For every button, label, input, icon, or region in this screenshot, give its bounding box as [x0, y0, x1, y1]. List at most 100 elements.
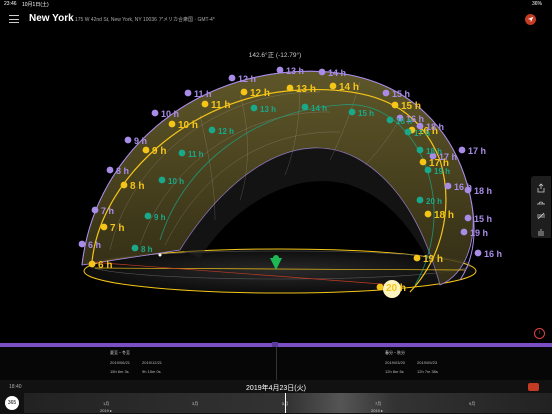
month-label: 7月: [375, 401, 382, 406]
hour-dot: [444, 182, 452, 190]
hour-dot: [158, 176, 166, 184]
year-mode-button[interactable]: 365: [5, 396, 19, 410]
solstice-date-2: 2019/12/21: [142, 360, 163, 365]
hour-label: 15 h: [392, 89, 410, 99]
hour-label: 12 h: [250, 88, 270, 99]
hour-label: 13 h: [286, 66, 304, 76]
hour-label: 10 h: [161, 109, 179, 119]
hour-label: 11 h: [211, 100, 230, 111]
hour-label: 8 h: [116, 166, 129, 176]
position-marker-head: [273, 255, 279, 261]
hour-label: 12 h: [238, 74, 256, 84]
sun-path-scene[interactable]: 6 h 7 h 8 h 9 h 10 h 11 h 12 h 13 h 14 h 15 h 16 h…: [0, 0, 552, 345]
equinox-duration-2: 12h 7m 38s: [417, 369, 438, 374]
hour-dot: [178, 149, 186, 157]
hour-dot: [419, 158, 427, 166]
hour-dot: [424, 166, 432, 174]
hour-label: 6 h: [88, 240, 101, 250]
info-icon[interactable]: i: [534, 328, 545, 339]
hour-dot: [88, 260, 96, 268]
hour-dot: [106, 166, 114, 174]
sunrise-icon[interactable]: [536, 194, 546, 205]
table-divider: [276, 347, 277, 380]
date-footer: 18:40 2019年4月23日(火) 365 1月 3月 5月 7月 9月 2…: [0, 380, 552, 414]
hour-dot: [416, 146, 424, 154]
hour-label: 16 h: [484, 249, 502, 259]
current-time: 18:40: [9, 384, 22, 390]
hour-dot: [382, 89, 390, 97]
share-icon[interactable]: [536, 180, 546, 193]
hour-dot: [413, 254, 421, 262]
hour-label: 18 h: [426, 147, 442, 156]
sun-ray-icon[interactable]: [528, 383, 539, 391]
hour-label: 12 h: [218, 127, 234, 136]
hour-dot: [276, 66, 284, 74]
hour-dot: [144, 212, 152, 220]
hour-label: 8 h: [141, 245, 153, 254]
hour-label: 8 h: [130, 181, 144, 192]
hour-label: 13 h: [260, 105, 276, 114]
hour-dot: [464, 214, 472, 222]
hour-dot: [228, 74, 236, 82]
hour-label: 17 h: [414, 129, 430, 138]
hour-dot: [348, 108, 356, 116]
month-label: 9月: [469, 401, 476, 406]
hour-dot: [329, 82, 337, 90]
hour-label: 16 h: [454, 182, 472, 192]
hour-label: 19 h: [470, 228, 488, 238]
hour-label: 13 h: [296, 84, 316, 95]
hour-label: 14 h: [328, 68, 346, 78]
solstice-date-1: 2019/06/21: [110, 360, 131, 365]
hour-dot: [250, 104, 258, 112]
hour-dot: [142, 146, 150, 154]
hour-dot: [208, 126, 216, 134]
hour-dot: [391, 101, 399, 109]
hour-dot: [168, 120, 176, 128]
hour-dot: [78, 240, 86, 248]
hour-label: 9 h: [152, 146, 166, 157]
hand-icon[interactable]: [536, 224, 546, 236]
hour-dot: [416, 196, 424, 204]
equinox-date-1: 2019/03/20: [385, 360, 406, 365]
hour-label: 18 h: [434, 210, 454, 221]
hour-dot: [120, 181, 128, 189]
year-label: 2019 ▸: [371, 408, 384, 413]
solstice-duration-2: 9h 15m 0s: [142, 369, 161, 374]
hour-label: 18 h: [474, 186, 492, 196]
hour-label: 11 h: [194, 89, 212, 99]
year-label: 2019 ▸: [100, 408, 113, 413]
solstice-header: 夏至・冬至: [110, 350, 130, 355]
hour-dot: [91, 206, 99, 214]
hour-label: 6 h: [98, 260, 112, 271]
hour-label: 14 h: [311, 104, 327, 113]
hour-dot: [124, 136, 132, 144]
current-date[interactable]: 2019年4月23日(火): [200, 383, 352, 393]
north-dot: [158, 253, 162, 257]
hour-label: 10 h: [168, 177, 184, 186]
hour-dot: [386, 116, 394, 124]
hour-dot: [474, 249, 482, 257]
month-label: 3月: [192, 401, 199, 406]
hour-label: 7 h: [110, 223, 124, 234]
layers-icon[interactable]: [536, 209, 546, 220]
hour-label: 7 h: [101, 206, 114, 216]
hour-dot: [376, 283, 384, 291]
hour-dot: [460, 228, 468, 236]
hour-dot: [404, 128, 412, 136]
hour-label: 20 h: [386, 283, 406, 294]
hour-label: 20 h: [426, 197, 442, 206]
timeline-cursor[interactable]: [285, 393, 286, 413]
hour-dot: [201, 100, 209, 108]
hour-label: 9 h: [134, 136, 147, 146]
hour-label: 15 h: [401, 101, 421, 112]
equinox-header: 春分・秋分: [385, 350, 405, 355]
hour-label: 16 h: [396, 117, 412, 126]
hour-dot: [301, 103, 309, 111]
hour-dot: [184, 89, 192, 97]
hour-dot: [240, 88, 248, 96]
date-timeline[interactable]: 1月 3月 5月 7月 9月 2019 ▸ 2019 ▸: [24, 393, 552, 413]
hour-label: 15 h: [358, 109, 374, 118]
hour-label: 11 h: [188, 150, 204, 159]
hour-label: 15 h: [474, 214, 492, 224]
hour-dot: [424, 210, 432, 218]
